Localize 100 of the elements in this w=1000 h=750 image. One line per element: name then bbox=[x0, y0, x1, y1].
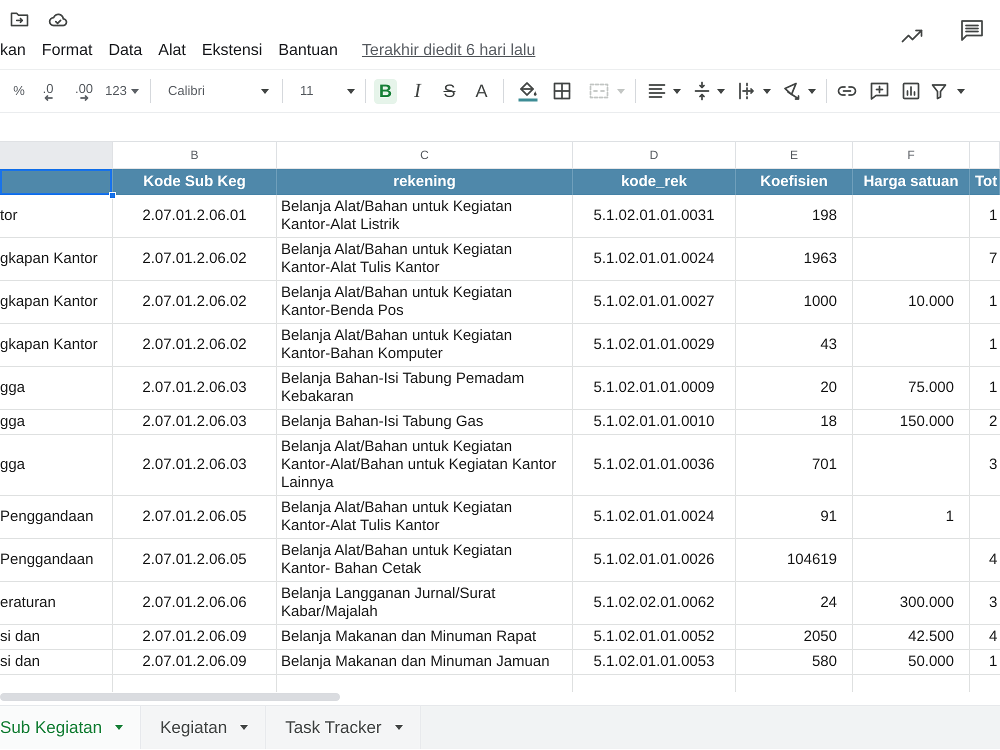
caret-icon bbox=[672, 88, 680, 94]
table-cell: 50.000 bbox=[908, 653, 954, 671]
trend-icon[interactable] bbox=[901, 28, 924, 43]
menu-item[interactable]: Ekstensi bbox=[202, 41, 262, 61]
table-cell: 1 bbox=[989, 379, 998, 397]
table-cell: Belanja Makanan dan Minuman Jamuan bbox=[281, 653, 550, 671]
table-cell-text: Belanja Alat/Bahan untuk Kegiatan Kantor-Alat Listrik bbox=[281, 198, 514, 234]
bold-button[interactable]: B bbox=[374, 78, 397, 104]
table-cell: 20 bbox=[820, 379, 837, 397]
horizontal-scrollbar[interactable] bbox=[0, 693, 340, 701]
number-format-button[interactable]: .00 bbox=[66, 76, 102, 106]
grid-icon bbox=[553, 82, 571, 100]
table-cell: Penggandaan bbox=[0, 508, 94, 526]
merge-icon bbox=[589, 83, 609, 99]
number-format-button[interactable]: % bbox=[6, 76, 32, 106]
header-cell[interactable]: Koefisien bbox=[736, 169, 853, 195]
table-cell: 5.1.02.01.01.0010 bbox=[594, 413, 714, 431]
caret-icon bbox=[957, 88, 965, 94]
table-cell: 2.07.01.2.06.05 bbox=[142, 508, 247, 526]
table-cell: 2.07.01.2.06.02 bbox=[142, 250, 247, 268]
font-dropdown[interactable]: Calibri bbox=[159, 76, 277, 106]
table-cell: 198 bbox=[812, 207, 837, 225]
table-cell-text: Belanja Bahan-Isi Tabung Pemadam Kebakaran bbox=[281, 370, 526, 406]
comment-icon[interactable] bbox=[960, 19, 984, 42]
table-cell: 10.000 bbox=[908, 293, 954, 311]
chart-icon bbox=[902, 82, 920, 100]
vertical-align-icon bbox=[694, 81, 710, 101]
text-color-button[interactable]: A bbox=[470, 78, 493, 104]
table-cell-text: Belanja Alat/Bahan untuk Kegiatan Kantor-Alat/Bahan untuk Kegiatan Kantor Lainnya bbox=[281, 438, 558, 492]
folder-icon[interactable] bbox=[10, 11, 29, 27]
filter-icon bbox=[931, 82, 947, 100]
menu-item[interactable]: Format bbox=[42, 41, 92, 61]
menu-item[interactable]: kan bbox=[0, 41, 26, 61]
strikethrough-button[interactable]: S bbox=[438, 78, 461, 104]
italic-button[interactable]: I bbox=[406, 78, 429, 104]
header-cell[interactable]: kode_rek bbox=[573, 169, 736, 195]
table-cell: 1 bbox=[989, 207, 998, 225]
column-header[interactable]: C bbox=[277, 141, 573, 169]
table-cell: 150.000 bbox=[900, 413, 954, 431]
number-format-button[interactable]: 123 bbox=[102, 76, 142, 106]
table-cell: 2050 bbox=[804, 628, 837, 646]
table-cell: 2.07.01.2.06.03 bbox=[142, 456, 247, 474]
table-cell: 3 bbox=[989, 456, 998, 474]
sheet-tab[interactable]: Sub Kegiatan bbox=[0, 706, 142, 749]
table-cell: 4 bbox=[989, 628, 998, 646]
header-cell[interactable]: rekening bbox=[277, 169, 573, 195]
caret-icon bbox=[762, 88, 770, 94]
header-cell[interactable]: Harga satuan bbox=[853, 169, 970, 195]
table-cell: 42.500 bbox=[908, 628, 954, 646]
menu-item[interactable]: Bantuan bbox=[278, 41, 338, 61]
caret-icon bbox=[130, 88, 139, 94]
table-cell: 2.07.01.2.06.03 bbox=[142, 379, 247, 397]
column-header[interactable]: B bbox=[113, 141, 277, 169]
table-cell: si dan bbox=[0, 628, 40, 646]
table-cell: 18 bbox=[820, 413, 837, 431]
table-cell: 1000 bbox=[804, 293, 837, 311]
table-cell: 580 bbox=[812, 653, 837, 671]
table-cell-text: Belanja Alat/Bahan untuk Kegiatan Kantor-Alat Tulis Kantor bbox=[281, 499, 514, 535]
table-cell: 24 bbox=[820, 594, 837, 612]
menu-item[interactable]: Alat bbox=[158, 41, 186, 61]
table-cell: 5.1.02.01.01.0036 bbox=[594, 456, 714, 474]
menu-item[interactable]: Data bbox=[108, 41, 142, 61]
caret-icon bbox=[716, 88, 724, 94]
table-cell: 5.1.02.02.01.0062 bbox=[594, 594, 714, 612]
table-cell: 2.07.01.2.06.09 bbox=[142, 628, 247, 646]
table-cell: eraturan bbox=[0, 594, 56, 612]
table-cell: Penggandaan bbox=[0, 551, 94, 569]
table-cell: 1 bbox=[989, 293, 998, 311]
table-cell: 5.1.02.01.01.0053 bbox=[594, 653, 714, 671]
column-header[interactable]: E bbox=[736, 141, 853, 169]
column-header[interactable]: D bbox=[573, 141, 736, 169]
table-cell: Belanja Bahan-Isi Tabung Gas bbox=[281, 413, 484, 431]
add-comment-icon bbox=[870, 82, 888, 100]
fill-handle-icon[interactable] bbox=[109, 192, 116, 199]
text-rotate-icon bbox=[782, 82, 800, 100]
table-cell: 104619 bbox=[786, 551, 837, 569]
table-cell: 4 bbox=[989, 551, 998, 569]
table-cell: 5.1.02.01.01.0029 bbox=[594, 336, 714, 354]
table-cell: gga bbox=[0, 379, 26, 397]
table-cell: tor bbox=[0, 207, 18, 225]
header-cell[interactable]: Tot bbox=[970, 169, 1000, 195]
table-cell: 7 bbox=[989, 250, 998, 268]
table-cell: 5.1.02.01.01.0031 bbox=[594, 207, 714, 225]
table-cell: gga bbox=[0, 413, 26, 431]
number-format-button[interactable]: .0 bbox=[32, 76, 64, 106]
table-cell: 43 bbox=[820, 336, 837, 354]
table-cell: 2.07.01.2.06.05 bbox=[142, 551, 247, 569]
table-cell: 91 bbox=[820, 508, 837, 526]
text-wrap-icon bbox=[738, 82, 756, 100]
table-cell-text: Belanja Alat/Bahan untuk Kegiatan Kantor-Benda Pos bbox=[281, 284, 514, 320]
table-cell-text: Belanja Alat/Bahan untuk Kegiatan Kantor-Bahan Komputer bbox=[281, 327, 514, 363]
table-cell-text: Belanja Langganan Jurnal/Surat Kabar/Majalah bbox=[281, 585, 496, 621]
last-edit-link[interactable]: Terakhir diedit 6 hari lalu bbox=[362, 39, 536, 63]
caret-icon bbox=[261, 88, 269, 94]
table-cell: 1 bbox=[989, 653, 998, 671]
caret-icon bbox=[115, 725, 124, 730]
header-cell[interactable]: Kode Sub Keg bbox=[113, 169, 277, 195]
font-size-dropdown[interactable]: 11 bbox=[288, 76, 360, 106]
cloud-icon[interactable] bbox=[48, 12, 68, 26]
column-header[interactable]: F bbox=[853, 141, 970, 169]
